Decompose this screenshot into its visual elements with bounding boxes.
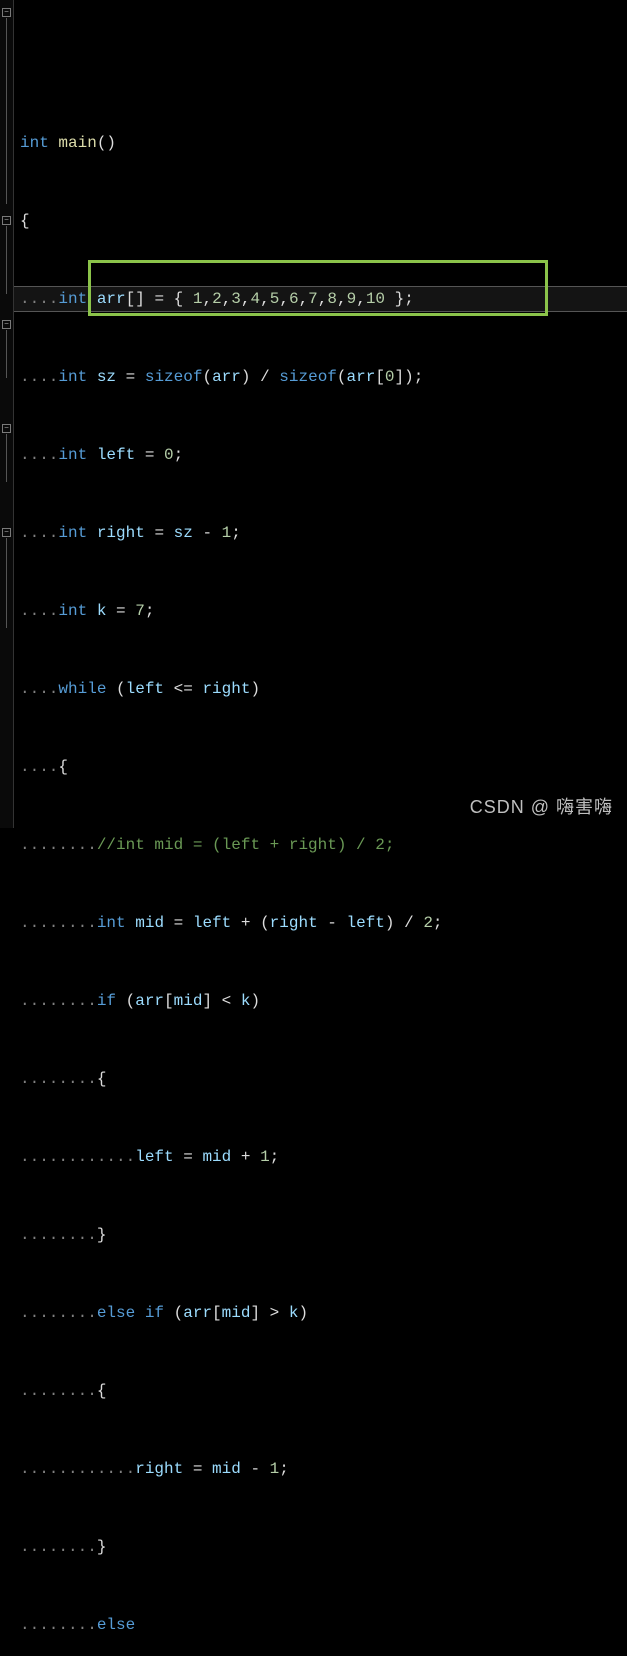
fold-icon[interactable]: −	[2, 424, 11, 433]
watermark: CSDN @ 嗨害嗨	[470, 794, 613, 820]
code-line: ........}	[18, 1222, 627, 1248]
code-line: ....int k = 7;	[18, 598, 627, 624]
fold-icon[interactable]: −	[2, 320, 11, 329]
code-line: ........}	[18, 1534, 627, 1560]
code-line: {	[18, 208, 627, 234]
code-line: int main()	[18, 130, 627, 156]
code-line: ............right = mid - 1;	[18, 1456, 627, 1482]
code-line: ........{	[18, 1378, 627, 1404]
code-line: ........//int mid = (left + right) / 2;	[18, 832, 627, 858]
folding-gutter: − − − − −	[0, 0, 14, 828]
code-line: ....int left = 0;	[18, 442, 627, 468]
code-line: ........else if (arr[mid] > k)	[18, 1300, 627, 1326]
fold-icon[interactable]: −	[2, 216, 11, 225]
code-line: ....int right = sz - 1;	[18, 520, 627, 546]
code-line: ........else	[18, 1612, 627, 1638]
fold-icon[interactable]: −	[2, 8, 11, 17]
code-editor[interactable]: − − − − − int main() { ....int arr[] = {…	[0, 0, 627, 828]
code-line: ........if (arr[mid] < k)	[18, 988, 627, 1014]
code-line: ....{	[18, 754, 627, 780]
fold-icon[interactable]: −	[2, 528, 11, 537]
code-line: ........int mid = left + (right - left) …	[18, 910, 627, 936]
code-line: ............left = mid + 1;	[18, 1144, 627, 1170]
code-area[interactable]: int main() { ....int arr[] = { 1,2,3,4,5…	[14, 0, 627, 828]
code-line: ....int sz = sizeof(arr) / sizeof(arr[0]…	[18, 364, 627, 390]
code-line: ....while (left <= right)	[18, 676, 627, 702]
code-line: ........{	[18, 1066, 627, 1092]
